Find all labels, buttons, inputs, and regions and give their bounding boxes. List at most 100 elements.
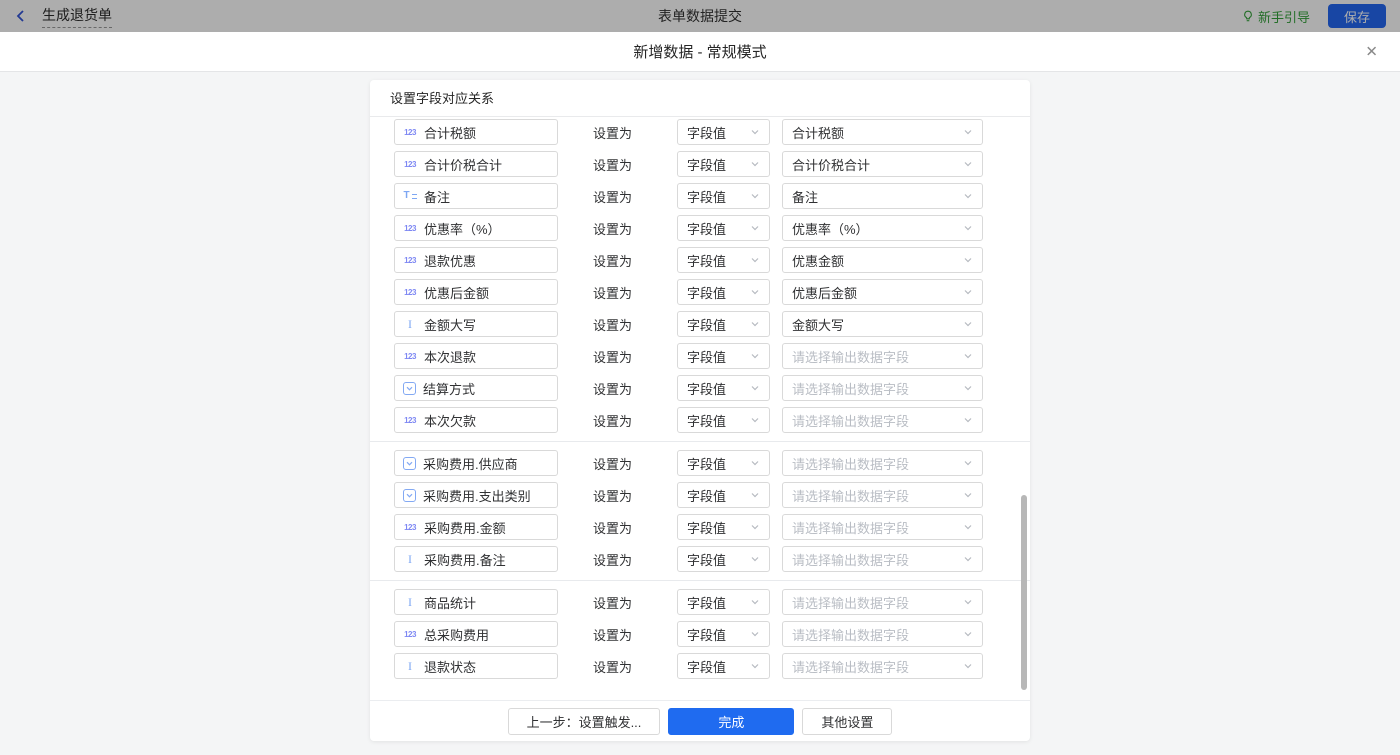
close-icon[interactable]: ✕ bbox=[1361, 40, 1382, 63]
save-button[interactable]: 保存 bbox=[1328, 4, 1386, 28]
set-as-label: 设置为 bbox=[593, 625, 635, 644]
mapping-row: 123 采购费用.金额 设置为 字段值 请选择输出数据字段 bbox=[394, 514, 1030, 540]
output-field-select[interactable]: 请选择输出数据字段 bbox=[782, 407, 983, 433]
output-field-select[interactable]: 请选择输出数据字段 bbox=[782, 482, 983, 508]
value-type-select[interactable]: 字段值 bbox=[677, 546, 770, 572]
back-icon[interactable] bbox=[14, 9, 28, 23]
chevron-down-icon bbox=[750, 629, 760, 639]
set-as-label: 设置为 bbox=[593, 123, 635, 142]
value-type-select[interactable]: 字段值 bbox=[677, 514, 770, 540]
card-title: 设置字段对应关系 bbox=[370, 80, 1030, 117]
source-field-label: 退款优惠 bbox=[424, 251, 476, 270]
source-field-box: I 退款状态 bbox=[394, 653, 558, 679]
other-settings-button[interactable]: 其他设置 bbox=[802, 708, 892, 735]
set-as-label: 设置为 bbox=[593, 379, 635, 398]
chevron-down-icon bbox=[963, 191, 973, 201]
source-field-box: 采购费用.供应商 bbox=[394, 450, 558, 476]
source-field-box: I 金额大写 bbox=[394, 311, 558, 337]
chevron-down-icon bbox=[750, 223, 760, 233]
source-field-box: 123 合计价税合计 bbox=[394, 151, 558, 177]
select-field-icon bbox=[403, 457, 416, 470]
source-field-label: 采购费用.供应商 bbox=[423, 454, 518, 473]
value-type-select[interactable]: 字段值 bbox=[677, 311, 770, 337]
source-field-box: 123 合计税额 bbox=[394, 119, 558, 145]
text-field-icon: I bbox=[403, 660, 417, 672]
chevron-down-icon bbox=[750, 661, 760, 671]
set-as-label: 设置为 bbox=[593, 187, 635, 206]
select-field-icon bbox=[403, 489, 416, 502]
chevron-down-icon bbox=[750, 415, 760, 425]
number-field-icon: 123 bbox=[403, 523, 417, 532]
output-field-select[interactable]: 请选择输出数据字段 bbox=[782, 343, 983, 369]
set-as-label: 设置为 bbox=[593, 518, 635, 537]
output-field-select[interactable]: 备注 bbox=[782, 183, 983, 209]
mapping-row: 123 总采购费用 设置为 字段值 请选择输出数据字段 bbox=[394, 621, 1030, 647]
number-field-icon: 123 bbox=[403, 160, 417, 169]
value-type-select[interactable]: 字段值 bbox=[677, 119, 770, 145]
chevron-down-icon bbox=[963, 383, 973, 393]
output-field-select[interactable]: 优惠金额 bbox=[782, 247, 983, 273]
value-type-select[interactable]: 字段值 bbox=[677, 482, 770, 508]
value-type-select[interactable]: 字段值 bbox=[677, 621, 770, 647]
chevron-down-icon bbox=[963, 458, 973, 468]
value-type-select[interactable]: 字段值 bbox=[677, 151, 770, 177]
source-field-box: 123 退款优惠 bbox=[394, 247, 558, 273]
guide-label: 新手引导 bbox=[1258, 7, 1310, 26]
mapping-row: I 金额大写 设置为 字段值 金额大写 bbox=[394, 311, 1030, 337]
value-type-select[interactable]: 字段值 bbox=[677, 279, 770, 305]
mapping-row: 123 合计价税合计 设置为 字段值 合计价税合计 bbox=[394, 151, 1030, 177]
mapping-row: 123 退款优惠 设置为 字段值 优惠金额 bbox=[394, 247, 1030, 273]
output-field-select[interactable]: 优惠率（%） bbox=[782, 215, 983, 241]
source-field-label: 退款状态 bbox=[424, 657, 476, 676]
output-field-select[interactable]: 请选择输出数据字段 bbox=[782, 653, 983, 679]
output-field-select[interactable]: 合计税额 bbox=[782, 119, 983, 145]
source-field-label: 优惠后金额 bbox=[424, 283, 489, 302]
source-field-box: 123 优惠率（%） bbox=[394, 215, 558, 241]
output-field-select[interactable]: 金额大写 bbox=[782, 311, 983, 337]
beginner-guide-link[interactable]: 新手引导 bbox=[1242, 7, 1310, 26]
value-type-select[interactable]: 字段值 bbox=[677, 589, 770, 615]
chevron-down-icon bbox=[750, 458, 760, 468]
chevron-down-icon bbox=[750, 597, 760, 607]
value-type-select[interactable]: 字段值 bbox=[677, 183, 770, 209]
scrollbar-thumb[interactable] bbox=[1021, 495, 1027, 690]
section-divider bbox=[370, 580, 1030, 581]
card-footer: 上一步：设置触发... 完成 其他设置 bbox=[370, 700, 1030, 741]
done-button[interactable]: 完成 bbox=[668, 708, 794, 735]
workflow-title[interactable]: 生成退货单 bbox=[42, 5, 112, 28]
output-field-select[interactable]: 合计价税合计 bbox=[782, 151, 983, 177]
value-type-select[interactable]: 字段值 bbox=[677, 450, 770, 476]
number-field-icon: 123 bbox=[403, 288, 417, 297]
chevron-down-icon bbox=[963, 522, 973, 532]
value-type-select[interactable]: 字段值 bbox=[677, 407, 770, 433]
mapping-row: 123 优惠率（%） 设置为 字段值 优惠率（%） bbox=[394, 215, 1030, 241]
output-field-select[interactable]: 优惠后金额 bbox=[782, 279, 983, 305]
mapping-row: I 商品统计 设置为 字段值 请选择输出数据字段 bbox=[394, 589, 1030, 615]
chevron-down-icon bbox=[963, 255, 973, 265]
output-field-select[interactable]: 请选择输出数据字段 bbox=[782, 621, 983, 647]
value-type-select[interactable]: 字段值 bbox=[677, 375, 770, 401]
chevron-down-icon bbox=[963, 597, 973, 607]
output-field-select[interactable]: 请选择输出数据字段 bbox=[782, 589, 983, 615]
previous-step-button[interactable]: 上一步：设置触发... bbox=[508, 708, 661, 735]
source-field-label: 采购费用.金额 bbox=[424, 518, 506, 537]
set-as-label: 设置为 bbox=[593, 155, 635, 174]
number-field-icon: 123 bbox=[403, 128, 417, 137]
value-type-select[interactable]: 字段值 bbox=[677, 215, 770, 241]
modal-overlay-dim bbox=[0, 0, 1400, 32]
output-field-select[interactable]: 请选择输出数据字段 bbox=[782, 546, 983, 572]
output-field-select[interactable]: 请选择输出数据字段 bbox=[782, 450, 983, 476]
output-field-select[interactable]: 请选择输出数据字段 bbox=[782, 375, 983, 401]
mapping-row: 123 本次退款 设置为 字段值 请选择输出数据字段 bbox=[394, 343, 1030, 369]
chevron-down-icon bbox=[750, 383, 760, 393]
chevron-down-icon bbox=[963, 415, 973, 425]
number-field-icon: 123 bbox=[403, 416, 417, 425]
value-type-select[interactable]: 字段值 bbox=[677, 653, 770, 679]
output-field-select[interactable]: 请选择输出数据字段 bbox=[782, 514, 983, 540]
value-type-select[interactable]: 字段值 bbox=[677, 343, 770, 369]
set-as-label: 设置为 bbox=[593, 454, 635, 473]
modal-header: 新增数据 - 常规模式 ✕ bbox=[0, 32, 1400, 72]
source-field-label: 备注 bbox=[424, 187, 450, 206]
chevron-down-icon bbox=[963, 287, 973, 297]
value-type-select[interactable]: 字段值 bbox=[677, 247, 770, 273]
